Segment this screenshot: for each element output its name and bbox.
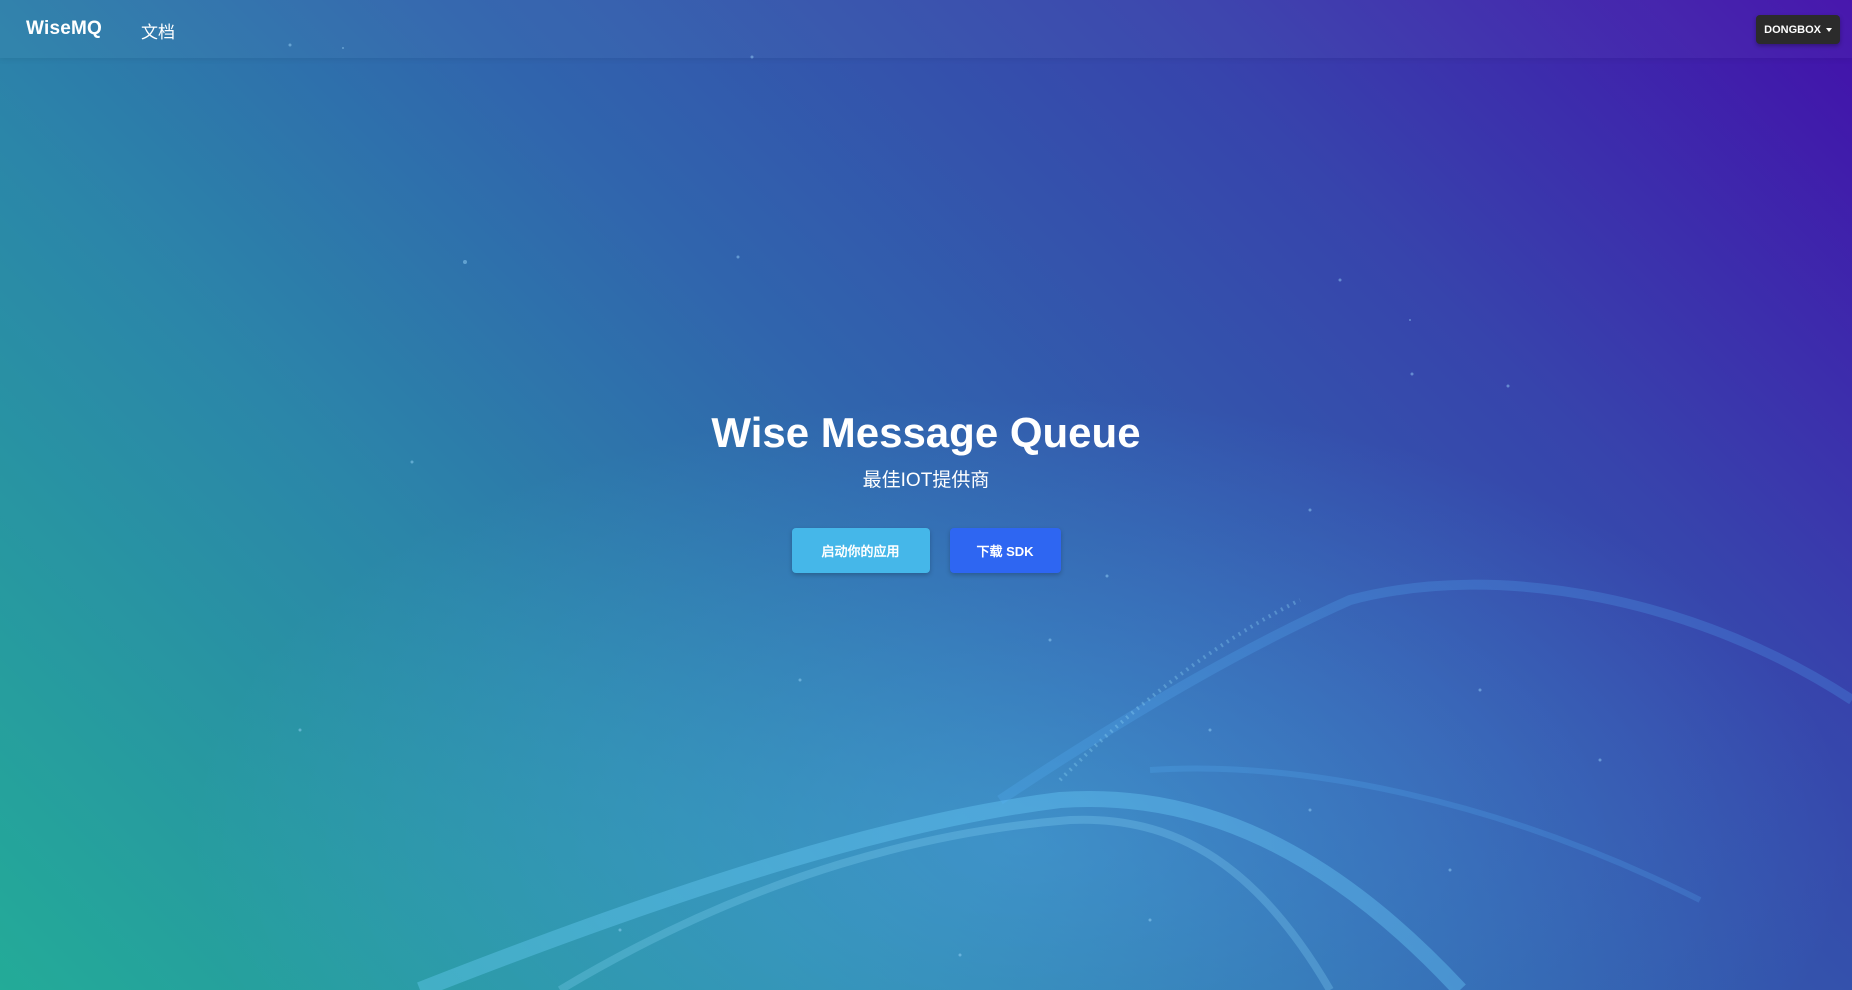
hero-title: Wise Message Queue [711, 409, 1141, 456]
landing-page: WiseMQ 文档 DONGBOX Wise Message Queue 最佳I… [0, 0, 1852, 990]
launch-app-button[interactable]: 启动你的应用 [791, 528, 930, 573]
caret-down-icon [1826, 27, 1832, 32]
hero-section: Wise Message Queue 最佳IOT提供商 启动你的应用 下载 SD… [0, 400, 1852, 573]
download-sdk-button[interactable]: 下载 SDK [949, 528, 1061, 573]
hero-buttons: 启动你的应用 下载 SDK [0, 528, 1852, 573]
hero-subtitle: 最佳IOT提供商 [862, 470, 990, 491]
user-menu-label: DONGBOX [1764, 23, 1821, 36]
brand-logo[interactable]: WiseMQ [26, 18, 102, 40]
top-navbar: WiseMQ 文档 DONGBOX [0, 0, 1852, 58]
nav-link-docs[interactable]: 文档 [141, 18, 175, 43]
user-menu-button[interactable]: DONGBOX [1756, 15, 1840, 44]
